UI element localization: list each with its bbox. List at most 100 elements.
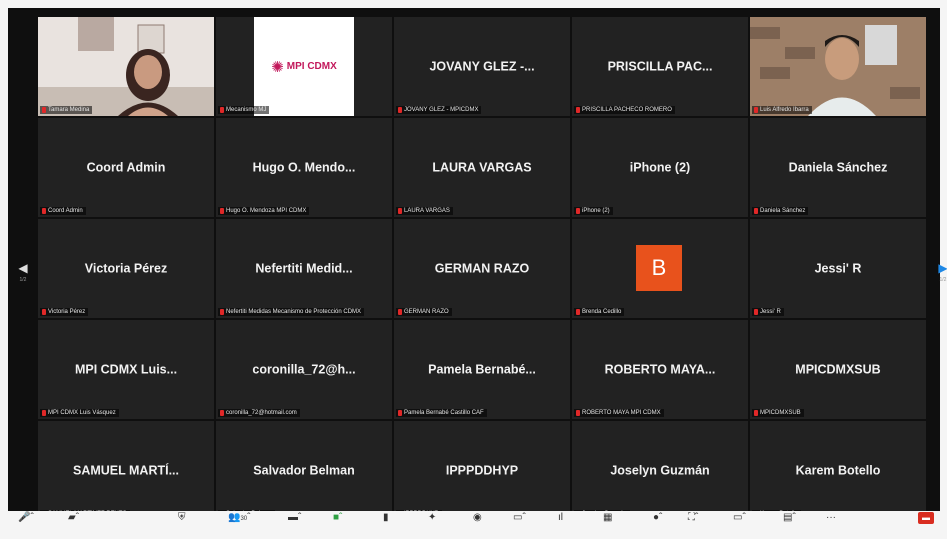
participant-tile[interactable]: MPI CDMX Luis... MPI CDMX Luis Vásquez (38, 320, 214, 419)
apps-icon[interactable]: ıl (558, 512, 563, 524)
participant-label-text: Coord Admin (48, 208, 83, 214)
participant-label-text: coronilla_72@hotmail.com (226, 410, 297, 416)
more-icon[interactable]: ▭ˆ (733, 512, 746, 524)
participant-display-name: coronilla_72@h... (252, 361, 356, 376)
participant-display-name: Joselyn Guzmán (610, 462, 710, 477)
more-icon[interactable]: ▤ˆ (783, 512, 796, 524)
end-icon[interactable]: ▬ (918, 512, 934, 524)
participant-label-text: LAURA VARGAS (404, 208, 450, 214)
participant-display-name: Daniela Sánchez (788, 159, 888, 174)
muted-mic-icon (576, 309, 580, 315)
participant-display-name: Salvador Belman (253, 462, 355, 477)
participant-label-text: Victoria Pérez (48, 309, 86, 315)
more-icon[interactable]: ⛶ˆ (688, 512, 698, 524)
participant-name-label: coronilla_72@hotmail.com (218, 409, 300, 417)
participant-tile[interactable]: Daniela Sánchez Daniela Sánchez (750, 118, 926, 217)
participant-display-name: LAURA VARGAS (432, 159, 532, 174)
share-screen-icon[interactable]: ■ˆ (333, 512, 342, 524)
participant-label-text: GERMAN RAZO (404, 309, 449, 315)
participant-display-name: Nefertiti Medid... (255, 260, 353, 275)
participants-icon[interactable]: 👥30ˆ (228, 512, 250, 525)
muted-mic-icon (398, 107, 402, 113)
meeting-stage: ◀ 1/2 ▶ 1/2 Tamara Medina ✺ MPI CDMX Mecanism… (8, 8, 947, 525)
participant-name-label: Brenda Cedillo (574, 308, 625, 316)
participant-label-text: Pamela Bernabé Castillo CAF (404, 410, 484, 416)
participant-video (750, 17, 926, 116)
muted-mic-icon (576, 410, 580, 416)
participant-display-name: Coord Admin (86, 159, 166, 174)
participant-tile[interactable]: MPICDMXSUB MPICDMXSUB (750, 320, 926, 419)
participant-display-name: iPhone (2) (629, 159, 691, 174)
more-icon[interactable]: ●ˆ (653, 512, 662, 524)
next-page-arrow[interactable]: ▶ 1/2 (936, 262, 947, 286)
participant-label-text: Brenda Cedillo (582, 309, 622, 315)
logo-text: MPI CDMX (286, 61, 337, 72)
participant-label-text: Mecanismo MJ (226, 107, 267, 113)
polls-icon[interactable]: ◉ (473, 512, 482, 524)
participant-tile[interactable]: ✺ MPI CDMX Mecanismo MJ (216, 17, 392, 116)
participant-tile[interactable]: LAURA VARGAS LAURA VARGAS (394, 118, 570, 217)
security-icon[interactable]: ⛨ (178, 512, 186, 524)
participant-display-name: GERMAN RAZO (434, 260, 530, 275)
participant-tile[interactable]: PRISCILLA PAC... PRISCILLA PACHECO ROMERO (572, 17, 748, 116)
avatar: B (636, 245, 682, 291)
prev-page-arrow[interactable]: ◀ 1/2 (16, 262, 30, 286)
participant-name-label: Hugo O. Mendoza MPI CDMX (218, 207, 310, 215)
participant-label-text: Daniela Sánchez (760, 208, 806, 214)
participant-tile[interactable]: JOVANY GLEZ -... JOVANY GLEZ - MPICDMX (394, 17, 570, 116)
participant-display-name: MPICDMXSUB (795, 361, 881, 376)
participant-tile[interactable]: Jessi' R Jessi' R (750, 219, 926, 318)
participant-tile[interactable]: Pamela Bernabé... Pamela Bernabé Castillo… (394, 320, 570, 419)
muted-mic-icon (220, 107, 224, 113)
muted-mic-icon (576, 208, 580, 214)
whiteboard-icon[interactable]: ▦ (603, 512, 612, 524)
participant-name-label: iPhone (2) (574, 207, 613, 215)
participant-label-text: iPhone (2) (582, 208, 610, 214)
participant-name-label: Victoria Pérez (40, 308, 89, 316)
participant-name-label: PRISCILLA PACHECO ROMERO (574, 106, 675, 114)
participant-tile[interactable]: Nefertiti Medid... Nefertiti Medidas Meca… (216, 219, 392, 318)
participant-name-label: JOVANY GLEZ - MPICDMX (396, 106, 482, 114)
participant-label-text: Tamara Medina (48, 107, 90, 113)
video-icon[interactable]: ▰ˆ (68, 512, 79, 524)
participant-name-label: ROBERTO MAYA MPI CDMX (574, 409, 664, 417)
participant-count: 30 (240, 516, 248, 522)
participant-tile[interactable]: Karem BotelloKarem Botello (750, 421, 926, 520)
muted-mic-icon (398, 208, 402, 214)
meeting-toolbar: 🎤ˆ ▰ˆ ⛨ 👥30ˆ ▬ˆ ■ˆ ▮ ✦ ◉ ▭ˆ ıl ▦ ●ˆ ⛶ˆ ▭… (8, 511, 940, 525)
participant-tile[interactable]: Salvador BelmanSalvador Belman (216, 421, 392, 520)
participant-video (38, 17, 214, 116)
participant-display-name: Pamela Bernabé... (428, 361, 536, 376)
participant-name-label: MPI CDMX Luis Vásquez (40, 409, 119, 417)
participant-label-text: MPI CDMX Luis Vásquez (48, 410, 116, 416)
reactions-icon[interactable]: ✦ (428, 512, 436, 524)
participant-name-label: MPICDMXSUB (752, 409, 804, 417)
participant-tile[interactable]: Hugo O. Mendo... Hugo O. Mendoza MPI CDMX (216, 118, 392, 217)
muted-mic-icon (754, 208, 758, 214)
participant-tile[interactable]: Luis Alfredo Ibarra (750, 17, 926, 116)
participant-tile[interactable]: ROBERTO MAYA... ROBERTO MAYA MPI CDMX (572, 320, 748, 419)
participant-display-name: Hugo O. Mendo... (252, 159, 356, 174)
participant-tile[interactable]: GERMAN RAZO GERMAN RAZO (394, 219, 570, 318)
participant-label-text: Luis Alfredo Ibarra (760, 107, 809, 113)
participant-tile[interactable]: SAMUEL MARTÍ...SAMUEL MARTÍNEZ REYES (38, 421, 214, 520)
participant-label-text: Nefertiti Medidas Mecanismo de Protecció… (226, 309, 362, 315)
participant-tile[interactable]: Coord Admin Coord Admin (38, 118, 214, 217)
mic-icon[interactable]: 🎤ˆ (18, 512, 34, 524)
chat-icon[interactable]: ▬ˆ (288, 512, 301, 524)
participant-tile[interactable]: Joselyn GuzmánJoselyn Guzmán (572, 421, 748, 520)
participant-tile[interactable]: iPhone (2) iPhone (2) (572, 118, 748, 217)
participant-tile[interactable]: Tamara Medina (38, 17, 214, 116)
participant-tile[interactable]: B Brenda Cedillo (572, 219, 748, 318)
participant-display-name: JOVANY GLEZ -... (429, 58, 535, 73)
cc-icon[interactable]: ▭ˆ (513, 512, 526, 524)
muted-mic-icon (42, 410, 46, 416)
muted-mic-icon (576, 107, 580, 113)
logo-mark-icon: ✺ (271, 58, 284, 76)
participant-tile[interactable]: Victoria Pérez Victoria Pérez (38, 219, 214, 318)
more-icon[interactable]: ··· (826, 512, 836, 524)
participant-display-name: Karem Botello (795, 462, 881, 477)
participant-tile[interactable]: coronilla_72@h... coronilla_72@hotmail.co… (216, 320, 392, 419)
record-icon[interactable]: ▮ (383, 512, 389, 524)
participant-tile[interactable]: IPPPDDHYPIPPPDDHYP (394, 421, 570, 520)
